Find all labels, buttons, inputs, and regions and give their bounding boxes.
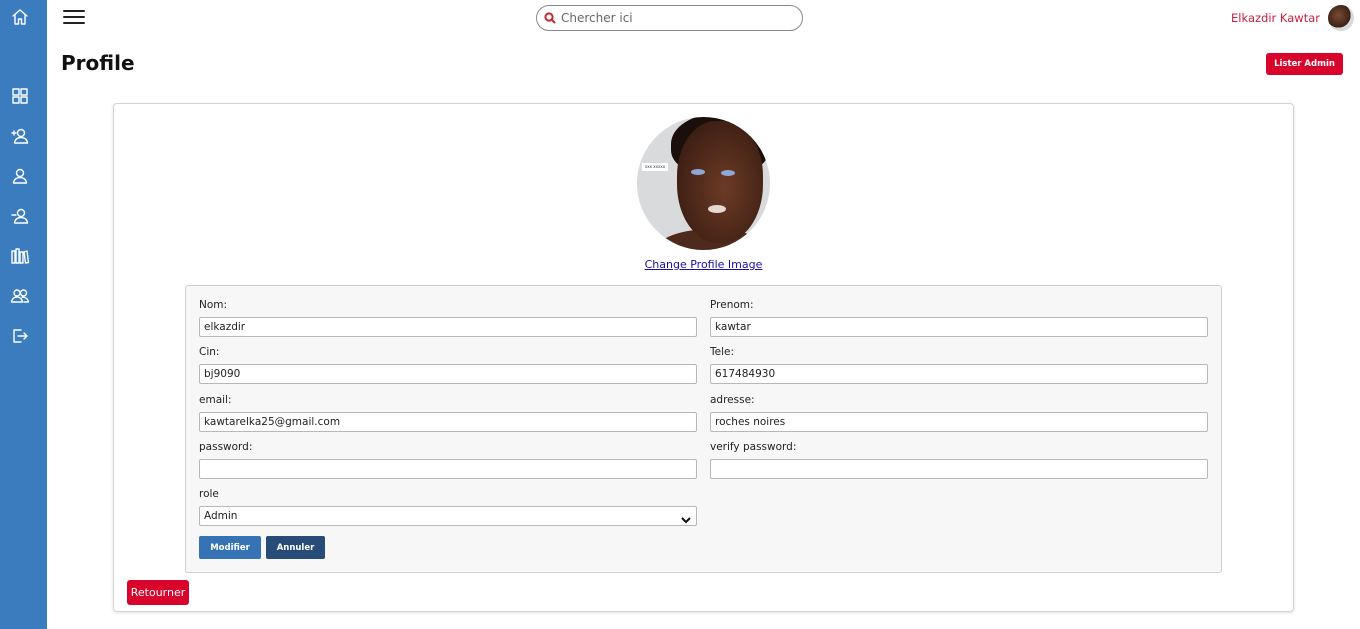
books-icon[interactable] (10, 246, 30, 266)
remove-user-icon[interactable] (10, 206, 30, 226)
password-label: password: (199, 441, 253, 453)
add-user-icon[interactable] (10, 126, 30, 146)
role-select[interactable]: Admin (199, 506, 697, 526)
nom-input[interactable] (199, 317, 697, 337)
menu-icon[interactable] (63, 10, 85, 26)
top-bar: Elkazdir Kawtar (47, 0, 1360, 38)
email-input[interactable] (199, 412, 697, 432)
home-icon[interactable] (10, 7, 30, 27)
avatar[interactable] (1328, 5, 1354, 31)
prenom-field-group: Prenom: (710, 299, 1208, 337)
search-icon (544, 12, 556, 24)
sidebar (0, 0, 47, 629)
tele-field-group: Tele: (710, 346, 1208, 384)
dashboard-grid-icon[interactable] (10, 86, 30, 106)
email-label: email: (199, 394, 232, 406)
tele-label: Tele: (710, 346, 735, 358)
profile-form: Nom: Prenom: Cin: Tele: email: adresse: … (185, 285, 1222, 573)
profile-image: xxx xxxxx (637, 117, 770, 250)
verify-password-label: verify password: (710, 441, 797, 453)
users-group-icon[interactable] (10, 286, 30, 306)
adresse-label: adresse: (710, 394, 755, 406)
cin-label: Cin: (199, 346, 220, 358)
user-name[interactable]: Elkazdir Kawtar (1231, 11, 1320, 25)
adresse-input[interactable] (710, 412, 1208, 432)
logout-icon[interactable] (10, 326, 30, 346)
annuler-button[interactable]: Annuler (266, 536, 325, 559)
email-field-group: email: (199, 394, 697, 432)
verify-password-field-group: verify password: (710, 441, 1208, 479)
nom-label: Nom: (199, 299, 228, 311)
password-field-group: password: (199, 441, 697, 479)
verify-password-input[interactable] (710, 459, 1208, 479)
search-bar[interactable] (536, 5, 803, 31)
adresse-field-group: adresse: (710, 394, 1208, 432)
page-title: Profile (61, 51, 135, 75)
cin-field-group: Cin: (199, 346, 697, 384)
prenom-input[interactable] (710, 317, 1208, 337)
image-tag-text: xxx xxxxx (642, 163, 668, 171)
modifier-button[interactable]: Modifier (199, 536, 261, 559)
cin-input[interactable] (199, 364, 697, 384)
retourner-button[interactable]: Retourner (127, 580, 189, 605)
nom-field-group: Nom: (199, 299, 697, 337)
role-field-group: role Admin (199, 488, 697, 526)
role-label: role (199, 488, 219, 500)
change-profile-image-link[interactable]: Change Profile Image (114, 258, 1293, 271)
profile-card: xxx xxxxx Change Profile Image Nom: Pren… (113, 103, 1294, 612)
prenom-label: Prenom: (710, 299, 754, 311)
search-input[interactable] (561, 11, 781, 25)
tele-input[interactable] (710, 364, 1208, 384)
lister-admin-button[interactable]: Lister Admin (1266, 53, 1343, 75)
password-input[interactable] (199, 459, 697, 479)
user-icon[interactable] (10, 166, 30, 186)
